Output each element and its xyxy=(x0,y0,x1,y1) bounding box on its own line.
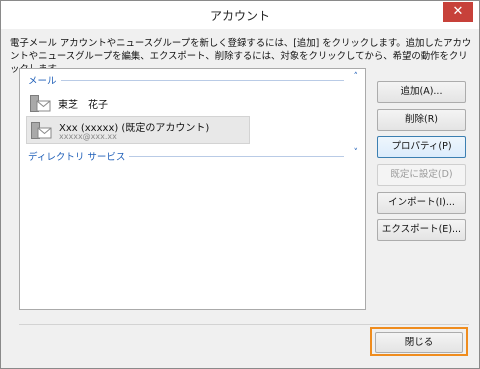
set-default-button[interactable]: 既定に設定(D) xyxy=(377,164,466,186)
account-email: xxxxx@xxx.xx xyxy=(59,132,117,141)
group-label-directory: ディレクトリ サービス xyxy=(28,149,130,163)
chevron-down-icon[interactable]: ˅ xyxy=(354,148,359,158)
group-header-mail[interactable]: メール ˄ xyxy=(28,72,359,87)
account-list[interactable]: メール ˄ 東芝 花子 Xxx (xxxxx) (既定のアカウント) xxxxx… xyxy=(19,68,366,310)
account-name: 東芝 花子 xyxy=(58,100,108,111)
title-bar: アカウント ✕ xyxy=(1,1,479,29)
account-dialog: アカウント ✕ 電子メール アカウントやニュースグループを新しく登録するには、[… xyxy=(0,0,480,369)
mail-account-icon xyxy=(31,122,52,139)
close-button[interactable]: 閉じる xyxy=(375,332,463,353)
account-item-default[interactable]: Xxx (xxxxx) (既定のアカウント) xxxxx@xxx.xx xyxy=(26,116,250,144)
export-button[interactable]: エクスポート(E)... xyxy=(377,219,466,241)
account-item[interactable]: 東芝 花子 xyxy=(26,90,248,116)
mail-account-icon xyxy=(30,95,51,112)
divider xyxy=(19,324,469,325)
add-button[interactable]: 追加(A)... xyxy=(377,81,466,103)
close-window-button[interactable]: ✕ xyxy=(443,2,473,22)
group-label-mail: メール xyxy=(28,73,61,87)
delete-button[interactable]: 削除(R) xyxy=(377,109,466,131)
chevron-up-icon[interactable]: ˄ xyxy=(354,72,359,82)
close-button-highlight: 閉じる xyxy=(370,327,468,356)
import-button[interactable]: インポート(I)... xyxy=(377,192,466,214)
group-header-directory[interactable]: ディレクトリ サービス ˅ xyxy=(28,148,359,163)
window-title: アカウント xyxy=(209,9,270,23)
properties-button[interactable]: プロパティ(P) xyxy=(377,136,466,158)
